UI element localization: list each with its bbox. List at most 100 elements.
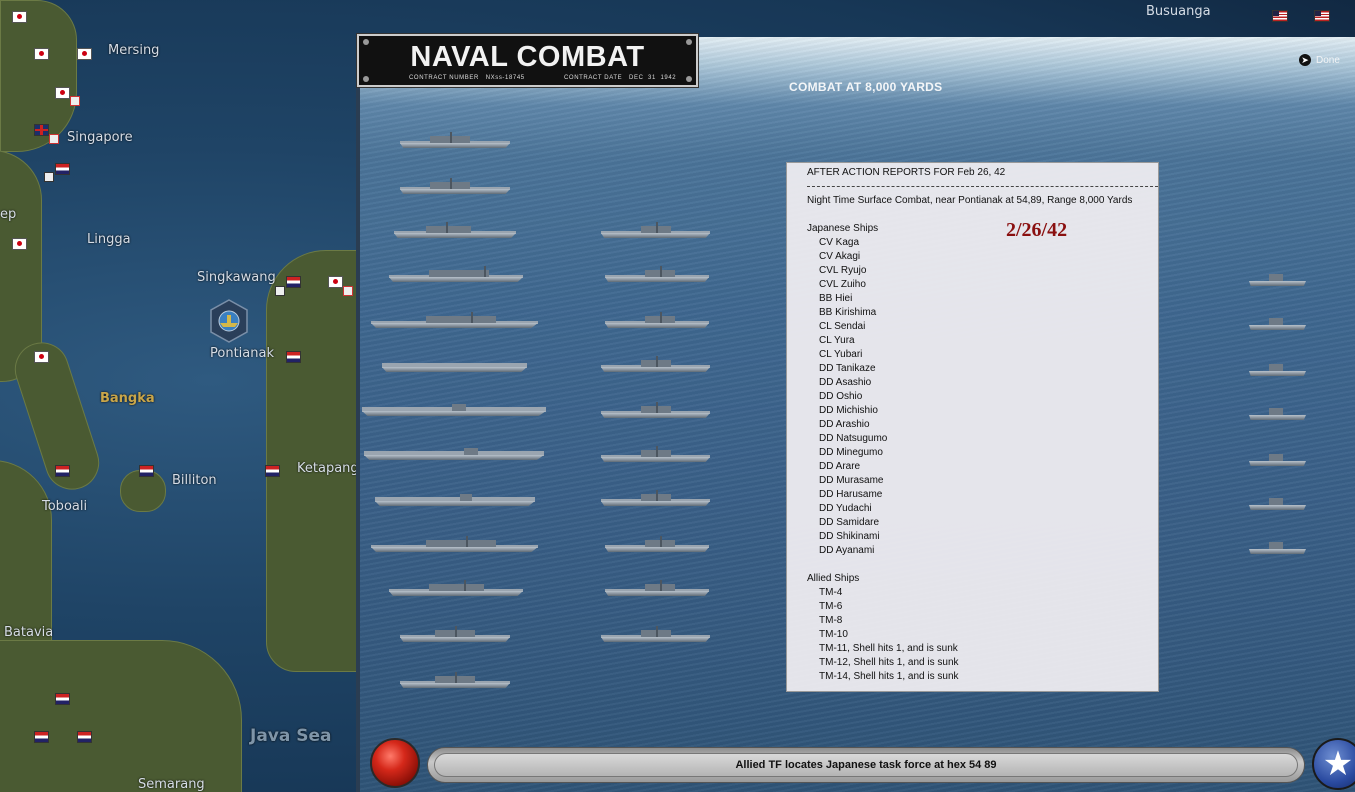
map-label-mersing: Mersing [108,43,160,58]
japan-flag-icon[interactable] [34,351,49,363]
torpedo-boat-icon[interactable] [1249,406,1306,420]
map-label-pontianak: Pontianak [210,346,274,361]
ship-icon[interactable] [601,490,710,506]
report-divider [807,186,1158,187]
base-icon[interactable] [343,286,353,296]
uk-flag-icon[interactable] [34,124,49,136]
ship-icon[interactable] [601,222,710,238]
netherlands-flag-icon[interactable] [55,693,70,705]
netherlands-flag-icon[interactable] [265,465,280,477]
java-landmass [0,640,242,792]
japanese-ship-entry: DD Minegumo [819,447,883,458]
ship-icon[interactable] [394,222,516,238]
japanese-ship-entry: CL Yura [819,335,855,346]
torpedo-boat-icon[interactable] [1249,540,1306,554]
japanese-ship-entry: DD Natsugumo [819,433,888,444]
panel-title: NAVAL COMBAT [410,41,645,73]
japan-flag-icon[interactable] [55,87,70,99]
japanese-ship-entry: DD Murasame [819,475,884,486]
task-force-marker-icon[interactable] [208,298,250,344]
ship-icon[interactable] [389,266,523,282]
after-action-report[interactable]: AFTER ACTION REPORTS FOR Feb 26, 42 Nigh… [786,162,1159,692]
usa-flag-icon[interactable] [1314,10,1330,22]
arrow-right-icon: ➤ [1299,54,1311,66]
ship-icon[interactable] [601,626,710,642]
ship-icon[interactable] [400,626,510,642]
base-icon[interactable] [44,172,54,182]
torpedo-boat-icon[interactable] [1249,452,1306,466]
netherlands-flag-icon[interactable] [139,465,154,477]
base-icon[interactable] [49,134,59,144]
ship-icon[interactable] [371,536,538,552]
japan-flag-icon[interactable] [328,276,343,288]
netherlands-flag-icon[interactable] [55,465,70,477]
ship-icon[interactable] [375,492,535,506]
torpedo-boat-icon[interactable] [1249,496,1306,510]
japanese-ship-entry: DD Michishio [819,405,878,416]
japanese-ship-entry: DD Oshio [819,391,863,402]
map-label-toboali: Toboali [42,499,88,514]
torpedo-boat-icon[interactable] [1249,362,1306,376]
combat-range-header: COMBAT AT 8,000 YARDS [789,80,943,94]
contract-number: CONTRACT NUMBER NXss-18745 [409,75,525,81]
japanese-ship-entry: DD Ayanami [819,545,875,556]
netherlands-flag-icon[interactable] [286,351,301,363]
japanese-ship-entry: CVL Ryujo [819,265,867,276]
japanese-ship-entry: DD Yudachi [819,503,872,514]
map-label-ketapang: Ketapang [297,461,359,476]
allied-ship-entry: TM-12, Shell hits 1, and is sunk [819,657,959,668]
map-label-singapore: Singapore [67,130,133,145]
japan-flag-icon[interactable] [12,11,27,23]
map-label-billiton: Billiton [172,473,217,488]
ship-icon[interactable] [400,672,510,688]
japan-flag-icon[interactable] [12,238,27,250]
ship-icon[interactable] [601,402,710,418]
ship-icon[interactable] [364,446,544,460]
allied-ship-entry: TM-6 [819,601,843,612]
done-button[interactable]: ➤ Done [1299,54,1340,66]
ship-icon[interactable] [601,356,710,372]
netherlands-flag-icon[interactable] [77,731,92,743]
ship-icon[interactable] [601,446,710,462]
screw-icon [686,76,692,82]
base-icon[interactable] [70,96,80,106]
torpedo-boat-icon[interactable] [1249,316,1306,330]
map-label-semarang: Semarang [138,777,205,792]
ship-icon[interactable] [389,580,523,596]
naval-combat-title-plate: NAVAL COMBAT CONTRACT NUMBER NXss-18745 … [357,34,698,87]
ship-icon[interactable] [371,312,538,328]
japan-flag-icon[interactable] [77,48,92,60]
netherlands-flag-icon[interactable] [55,163,70,175]
japanese-ship-entry: CL Yubari [819,349,863,360]
usa-flag-icon[interactable] [1272,10,1288,22]
japanese-ship-entry: DD Asashio [819,377,872,388]
japanese-ship-entry: BB Kirishima [819,307,877,318]
japanese-ship-entry: CV Akagi [819,251,861,262]
allied-ship-entry: TM-10 [819,629,848,640]
netherlands-flag-icon[interactable] [286,276,301,288]
ship-icon[interactable] [362,402,546,416]
japanese-ship-entry: CL Sendai [819,321,866,332]
base-icon[interactable] [275,286,285,296]
ship-icon[interactable] [382,358,527,372]
ship-icon[interactable] [400,178,510,194]
ship-icon[interactable] [400,132,510,148]
japanese-ship-entry: DD Shikinami [819,531,880,542]
japan-flag-icon[interactable] [34,48,49,60]
ship-icon[interactable] [605,580,709,596]
report-date-stamp: 2/26/42 [1006,219,1068,241]
allied-ship-entry: TM-11, Shell hits 1, and is sunk [819,643,958,654]
star-icon[interactable]: ★ [1312,738,1355,790]
japanese-ship-entry: DD Harusame [819,489,883,500]
allied-ship-entry: TM-14, Shell hits 1, and is sunk [819,671,959,682]
ship-icon[interactable] [605,266,709,282]
ship-icon[interactable] [605,312,709,328]
japanese-ship-entry: DD Tanikaze [819,363,876,374]
map-label-java-sea: Java Sea [250,726,332,746]
torpedo-boat-icon[interactable] [1249,272,1306,286]
status-bar: Allied TF locates Japanese task force at… [427,747,1305,783]
netherlands-flag-icon[interactable] [34,731,49,743]
red-circle-button-icon[interactable] [370,738,420,788]
report-header: AFTER ACTION REPORTS FOR Feb 26, 42 [807,167,1006,178]
ship-icon[interactable] [605,536,709,552]
